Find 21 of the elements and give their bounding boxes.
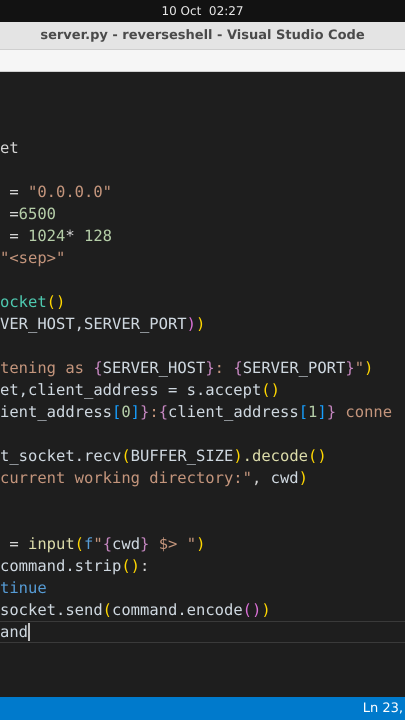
- code-line: =6500: [8, 204, 57, 225]
- code-line: and: [0, 621, 405, 643]
- cursor-position: Ln 23,: [362, 700, 403, 718]
- code-line: command.strip():: [0, 556, 150, 577]
- window-title: server.py - reverseshell - Visual Studio Code: [40, 26, 365, 45]
- text-cursor: [28, 623, 30, 641]
- code-line: VER_HOST,SERVER_PORT)): [0, 314, 206, 335]
- code-line: = "0.0.0.0": [8, 182, 113, 203]
- code-line: ient_address[0]}:{client_address[1]} conne: [0, 402, 394, 423]
- code-line: = input(f"{cwd} $> "): [8, 534, 206, 555]
- code-line: socket.send(command.encode()): [0, 600, 272, 621]
- code-line: "<sep>": [0, 248, 66, 269]
- code-line: t_socket.recv(BUFFER_SIZE).decode(): [0, 446, 328, 467]
- code-line: et: [0, 138, 20, 159]
- code-line: tening as {SERVER_HOST}: {SERVER_PORT}"): [0, 358, 374, 379]
- code-line: tinue: [0, 578, 48, 599]
- date-time: 10 Oct 02:27: [161, 3, 244, 20]
- code-line: et,client_address = s.accept(): [0, 380, 281, 401]
- code-line: = 1024* 128: [8, 226, 113, 247]
- code-line: current working directory:", cwd): [0, 468, 309, 489]
- code-line: ocket(): [0, 292, 66, 313]
